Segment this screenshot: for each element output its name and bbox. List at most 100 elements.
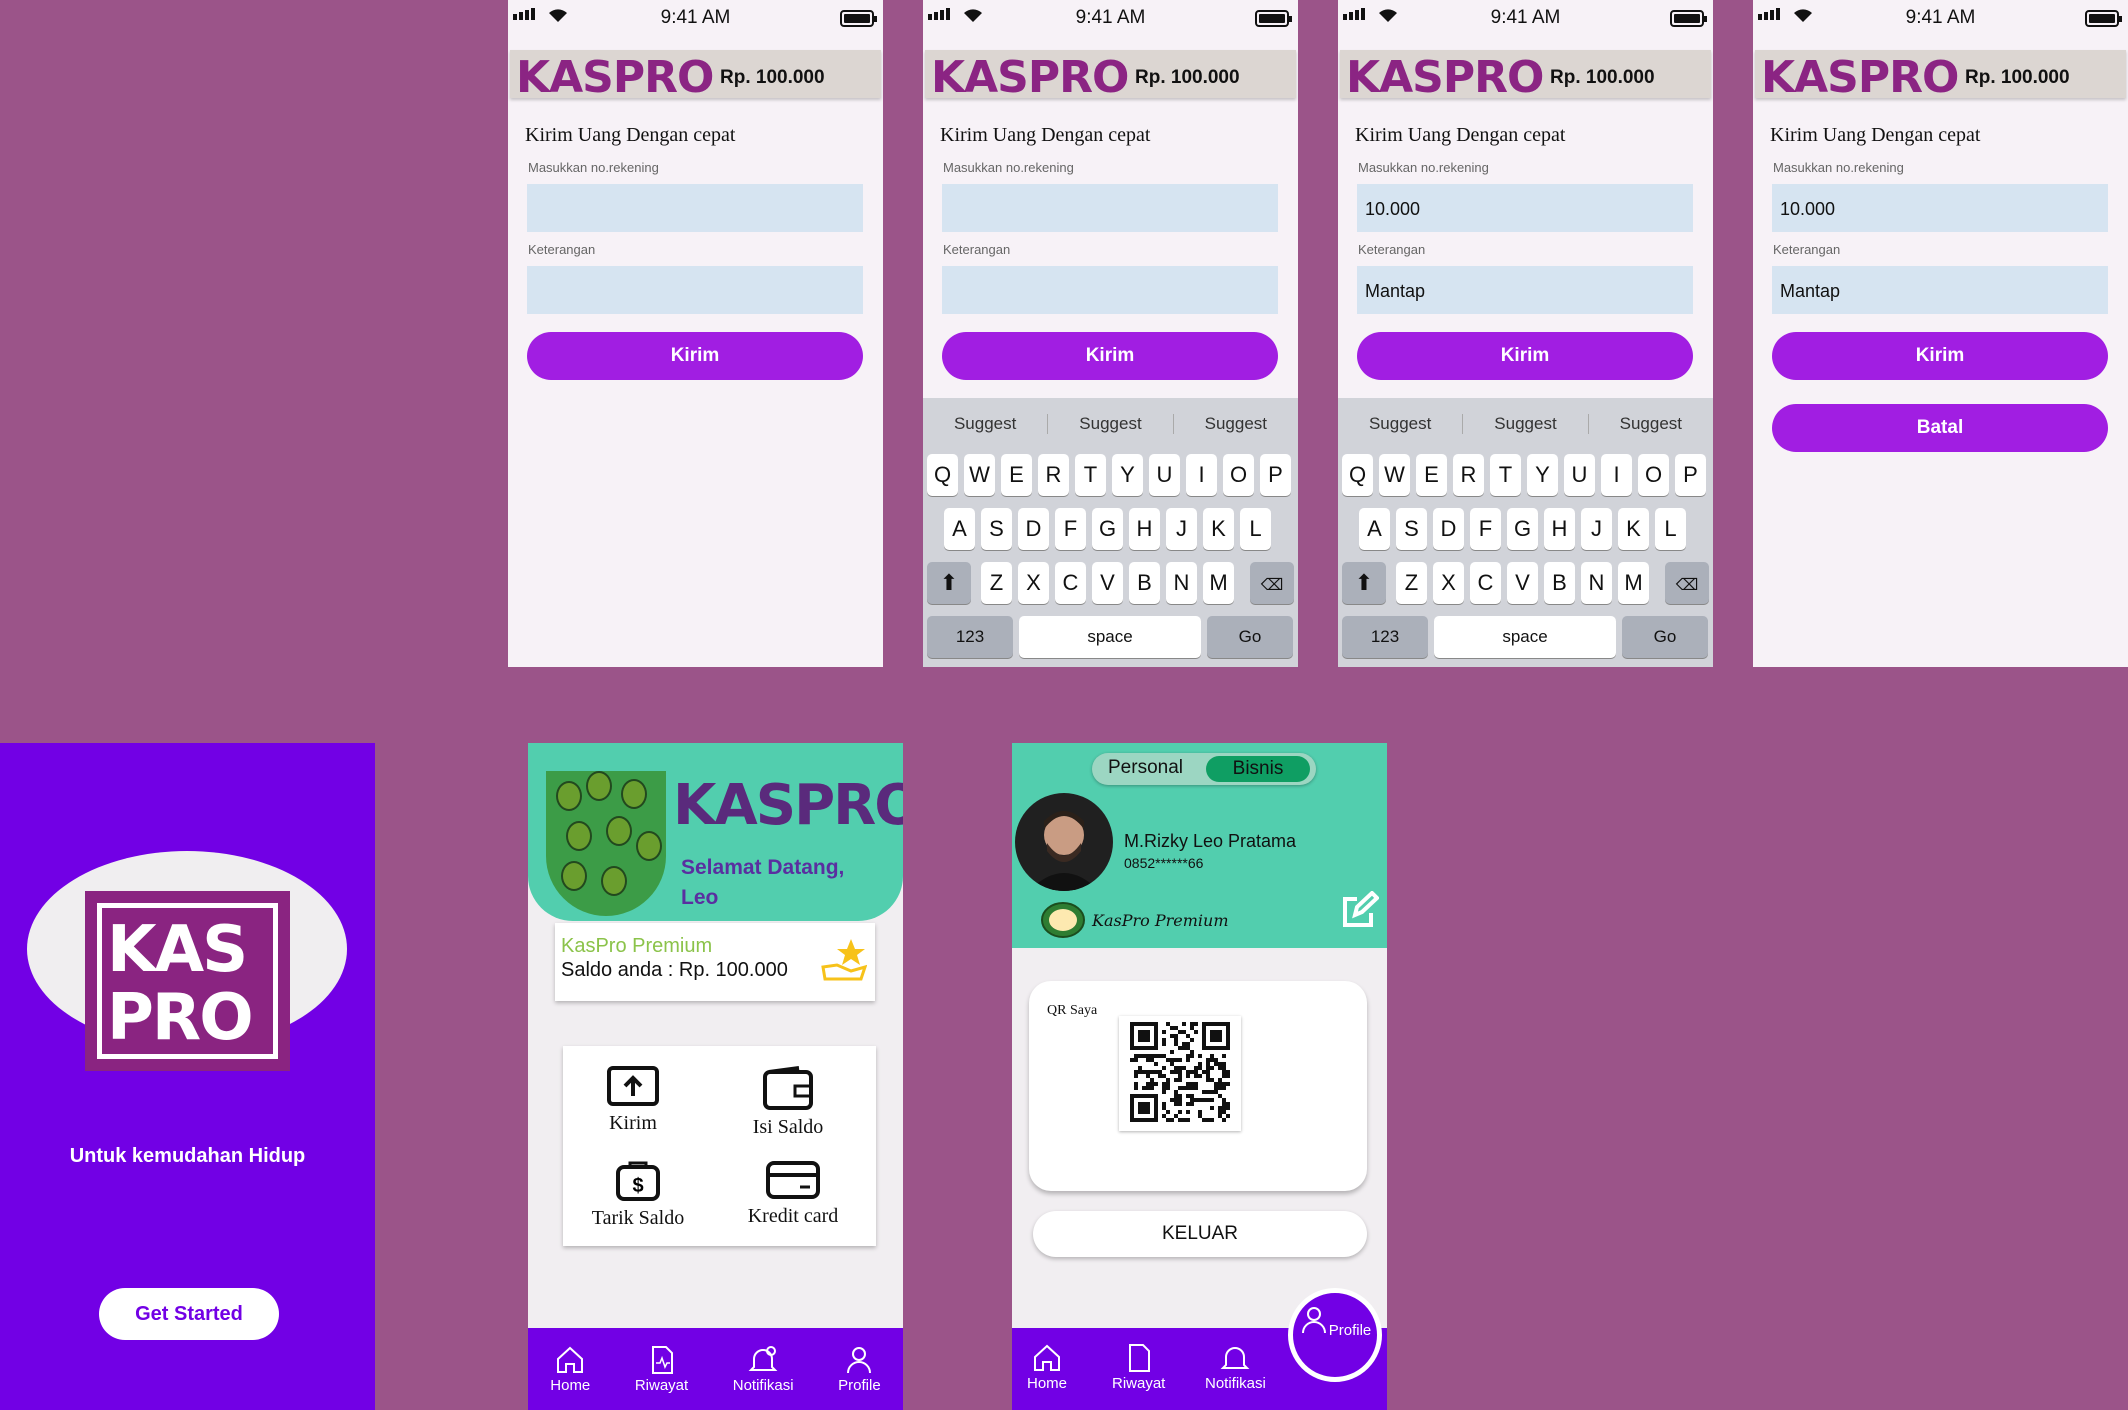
key[interactable]: P	[1260, 454, 1291, 496]
key[interactable]: Y	[1112, 454, 1143, 496]
shift-key[interactable]: ⬆	[927, 562, 971, 604]
key[interactable]: D	[1433, 508, 1464, 550]
key[interactable]: O	[1223, 454, 1254, 496]
edit-icon[interactable]	[1341, 891, 1379, 929]
key[interactable]: B	[1129, 562, 1160, 604]
account-input[interactable]: 10.000	[1772, 184, 2108, 232]
key[interactable]: D	[1018, 508, 1049, 550]
account-input[interactable]	[527, 184, 863, 232]
go-key[interactable]: Go	[1207, 616, 1293, 658]
key[interactable]: E	[1001, 454, 1032, 496]
key[interactable]: K	[1203, 508, 1234, 550]
key[interactable]: J	[1581, 508, 1612, 550]
key[interactable]: T	[1490, 454, 1521, 496]
key[interactable]: M	[1203, 562, 1234, 604]
key[interactable]: Z	[1396, 562, 1427, 604]
key[interactable]: E	[1416, 454, 1447, 496]
key[interactable]: F	[1055, 508, 1086, 550]
key[interactable]: S	[981, 508, 1012, 550]
key[interactable]: S	[1396, 508, 1427, 550]
key[interactable]: P	[1675, 454, 1706, 496]
key[interactable]: O	[1638, 454, 1669, 496]
space-key[interactable]: space	[1434, 616, 1616, 658]
key[interactable]: I	[1601, 454, 1632, 496]
get-started-button[interactable]: Get Started	[99, 1288, 279, 1340]
key[interactable]: L	[1655, 508, 1686, 550]
key[interactable]: W	[1379, 454, 1410, 496]
send-button[interactable]: Kirim	[1357, 332, 1693, 380]
shift-key[interactable]: ⬆	[1342, 562, 1386, 604]
nav-profile-active[interactable]: Profile	[1288, 1288, 1382, 1382]
key[interactable]: H	[1129, 508, 1160, 550]
key[interactable]: Q	[1342, 454, 1373, 496]
key[interactable]: K	[1618, 508, 1649, 550]
account-input[interactable]: 10.000	[1357, 184, 1693, 232]
backspace-key[interactable]: ⌫	[1250, 562, 1294, 604]
key[interactable]: T	[1075, 454, 1106, 496]
nav-notifications[interactable]: Notifikasi	[1205, 1343, 1266, 1392]
key[interactable]: R	[1038, 454, 1069, 496]
key[interactable]: C	[1470, 562, 1501, 604]
tab-personal[interactable]: Personal	[1108, 757, 1183, 779]
go-key[interactable]: Go	[1622, 616, 1708, 658]
note-input[interactable]	[527, 266, 863, 314]
topup-menu-item[interactable]: Isi Saldo	[733, 1066, 843, 1139]
key[interactable]: B	[1544, 562, 1575, 604]
key[interactable]: Y	[1527, 454, 1558, 496]
logout-button[interactable]: KELUAR	[1033, 1211, 1367, 1257]
send-button[interactable]: Kirim	[1772, 332, 2108, 380]
cancel-button[interactable]: Batal	[1772, 404, 2108, 452]
suggestion[interactable]: Suggest	[1589, 414, 1713, 434]
suggestion[interactable]: Suggest	[1174, 414, 1298, 434]
key[interactable]: R	[1453, 454, 1484, 496]
form-title: Kirim Uang Dengan cepat	[940, 124, 1151, 146]
key[interactable]: C	[1055, 562, 1086, 604]
key[interactable]: U	[1149, 454, 1180, 496]
key[interactable]: Z	[981, 562, 1012, 604]
note-input[interactable]: Mantap	[1357, 266, 1693, 314]
key[interactable]: I	[1186, 454, 1217, 496]
key[interactable]: Q	[927, 454, 958, 496]
suggestion[interactable]: Suggest	[1338, 414, 1464, 434]
key[interactable]: G	[1507, 508, 1538, 550]
tab-business[interactable]: Bisnis	[1206, 756, 1310, 782]
key[interactable]: H	[1544, 508, 1575, 550]
key[interactable]: A	[1359, 508, 1390, 550]
note-input[interactable]	[942, 266, 1278, 314]
on-screen-keyboard: Suggest Suggest Suggest Q W E R T Y U I O P A S D F G H J K L…	[1338, 398, 1713, 667]
note-input[interactable]: Mantap	[1772, 266, 2108, 314]
key[interactable]: N	[1166, 562, 1197, 604]
nav-history[interactable]: Riwayat	[1112, 1343, 1165, 1392]
key[interactable]: L	[1240, 508, 1271, 550]
space-key[interactable]: space	[1019, 616, 1201, 658]
backspace-key[interactable]: ⌫	[1665, 562, 1709, 604]
key[interactable]: J	[1166, 508, 1197, 550]
send-button[interactable]: Kirim	[527, 332, 863, 380]
numbers-key[interactable]: 123	[1342, 616, 1428, 658]
suggestion[interactable]: Suggest	[923, 414, 1049, 434]
key[interactable]: N	[1581, 562, 1612, 604]
key[interactable]: G	[1092, 508, 1123, 550]
key[interactable]: V	[1507, 562, 1538, 604]
suggestion[interactable]: Suggest	[1048, 414, 1174, 434]
send-button[interactable]: Kirim	[942, 332, 1278, 380]
nav-home[interactable]: Home	[1027, 1343, 1067, 1392]
credit-card-menu-item[interactable]: Kredit card	[733, 1161, 853, 1228]
key[interactable]: M	[1618, 562, 1649, 604]
key[interactable]: V	[1092, 562, 1123, 604]
key[interactable]: F	[1470, 508, 1501, 550]
key[interactable]: X	[1433, 562, 1464, 604]
numbers-key[interactable]: 123	[927, 616, 1013, 658]
key[interactable]: A	[944, 508, 975, 550]
withdraw-menu-item[interactable]: $ Tarik Saldo	[578, 1161, 698, 1230]
nav-history[interactable]: Riwayat	[635, 1345, 688, 1394]
account-input[interactable]	[942, 184, 1278, 232]
nav-home[interactable]: Home	[550, 1345, 590, 1394]
key[interactable]: U	[1564, 454, 1595, 496]
nav-profile[interactable]: Profile	[838, 1345, 881, 1394]
key[interactable]: X	[1018, 562, 1049, 604]
nav-notifications[interactable]: Notifikasi	[733, 1345, 794, 1394]
suggestion[interactable]: Suggest	[1463, 414, 1589, 434]
send-menu-item[interactable]: Kirim	[583, 1066, 683, 1135]
key[interactable]: W	[964, 454, 995, 496]
